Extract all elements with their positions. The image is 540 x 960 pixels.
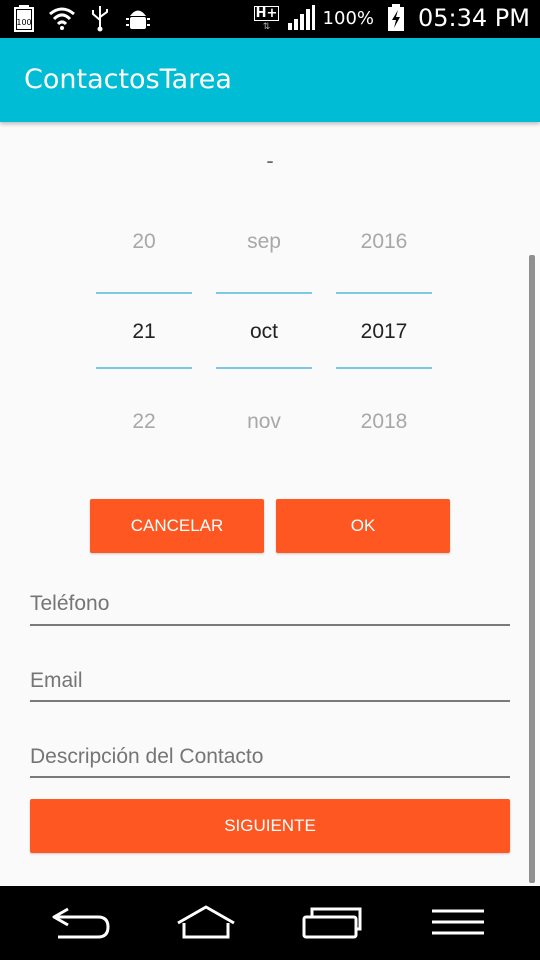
day-next[interactable]: 22: [96, 410, 192, 434]
clock: 05:34 PM: [418, 4, 530, 32]
battery-small-text: 100: [16, 18, 31, 27]
scrollbar[interactable]: [529, 255, 535, 883]
next-button[interactable]: SIGUIENTE: [30, 799, 510, 853]
battery-icon: 100: [10, 4, 38, 32]
signal-icon: [287, 4, 315, 32]
year-next[interactable]: 2018: [336, 410, 432, 434]
android-debug-icon: [124, 4, 152, 32]
year-prev[interactable]: 2016: [336, 230, 432, 254]
network-text: H+: [253, 5, 280, 21]
description-placeholder: Descripción del Contacto: [30, 745, 264, 768]
year-divider-top: [336, 292, 432, 294]
cancel-button[interactable]: CANCELAR: [90, 499, 264, 553]
status-bar: 100 H+ ⇅ 100% 05:34 PM: [0, 0, 540, 38]
wifi-icon: [48, 4, 76, 32]
day-selected[interactable]: 21: [96, 320, 192, 344]
month-selected[interactable]: oct: [216, 320, 312, 344]
back-icon[interactable]: [48, 900, 112, 946]
battery-percent: 100%: [322, 7, 375, 29]
charging-battery-icon: [382, 4, 410, 32]
day-divider-bottom: [96, 367, 192, 369]
phone-field[interactable]: Teléfono: [30, 592, 510, 628]
email-field[interactable]: Email: [30, 669, 510, 705]
month-divider-top: [216, 292, 312, 294]
description-underline: [30, 776, 510, 778]
network-hplus-icon: H+ ⇅: [253, 5, 280, 31]
home-icon[interactable]: [174, 900, 238, 946]
app-title: ContactosTarea: [24, 64, 232, 95]
recent-apps-icon[interactable]: [300, 900, 364, 946]
phone-underline: [30, 624, 510, 626]
email-placeholder: Email: [30, 669, 83, 692]
app-bar: ContactosTarea: [0, 38, 540, 122]
navigation-bar: [0, 886, 540, 960]
menu-icon[interactable]: [426, 900, 490, 946]
year-divider-bottom: [336, 367, 432, 369]
usb-icon: [86, 4, 114, 32]
phone-placeholder: Teléfono: [30, 592, 110, 615]
month-prev[interactable]: sep: [216, 230, 312, 254]
year-selected[interactable]: 2017: [336, 320, 432, 344]
day-prev[interactable]: 20: [96, 230, 192, 254]
ok-button[interactable]: OK: [276, 499, 450, 553]
day-divider-top: [96, 292, 192, 294]
month-next[interactable]: nov: [216, 410, 312, 434]
email-underline: [30, 700, 510, 702]
description-field[interactable]: Descripción del Contacto: [30, 745, 510, 781]
date-separator: -: [266, 148, 274, 173]
month-divider-bottom: [216, 367, 312, 369]
